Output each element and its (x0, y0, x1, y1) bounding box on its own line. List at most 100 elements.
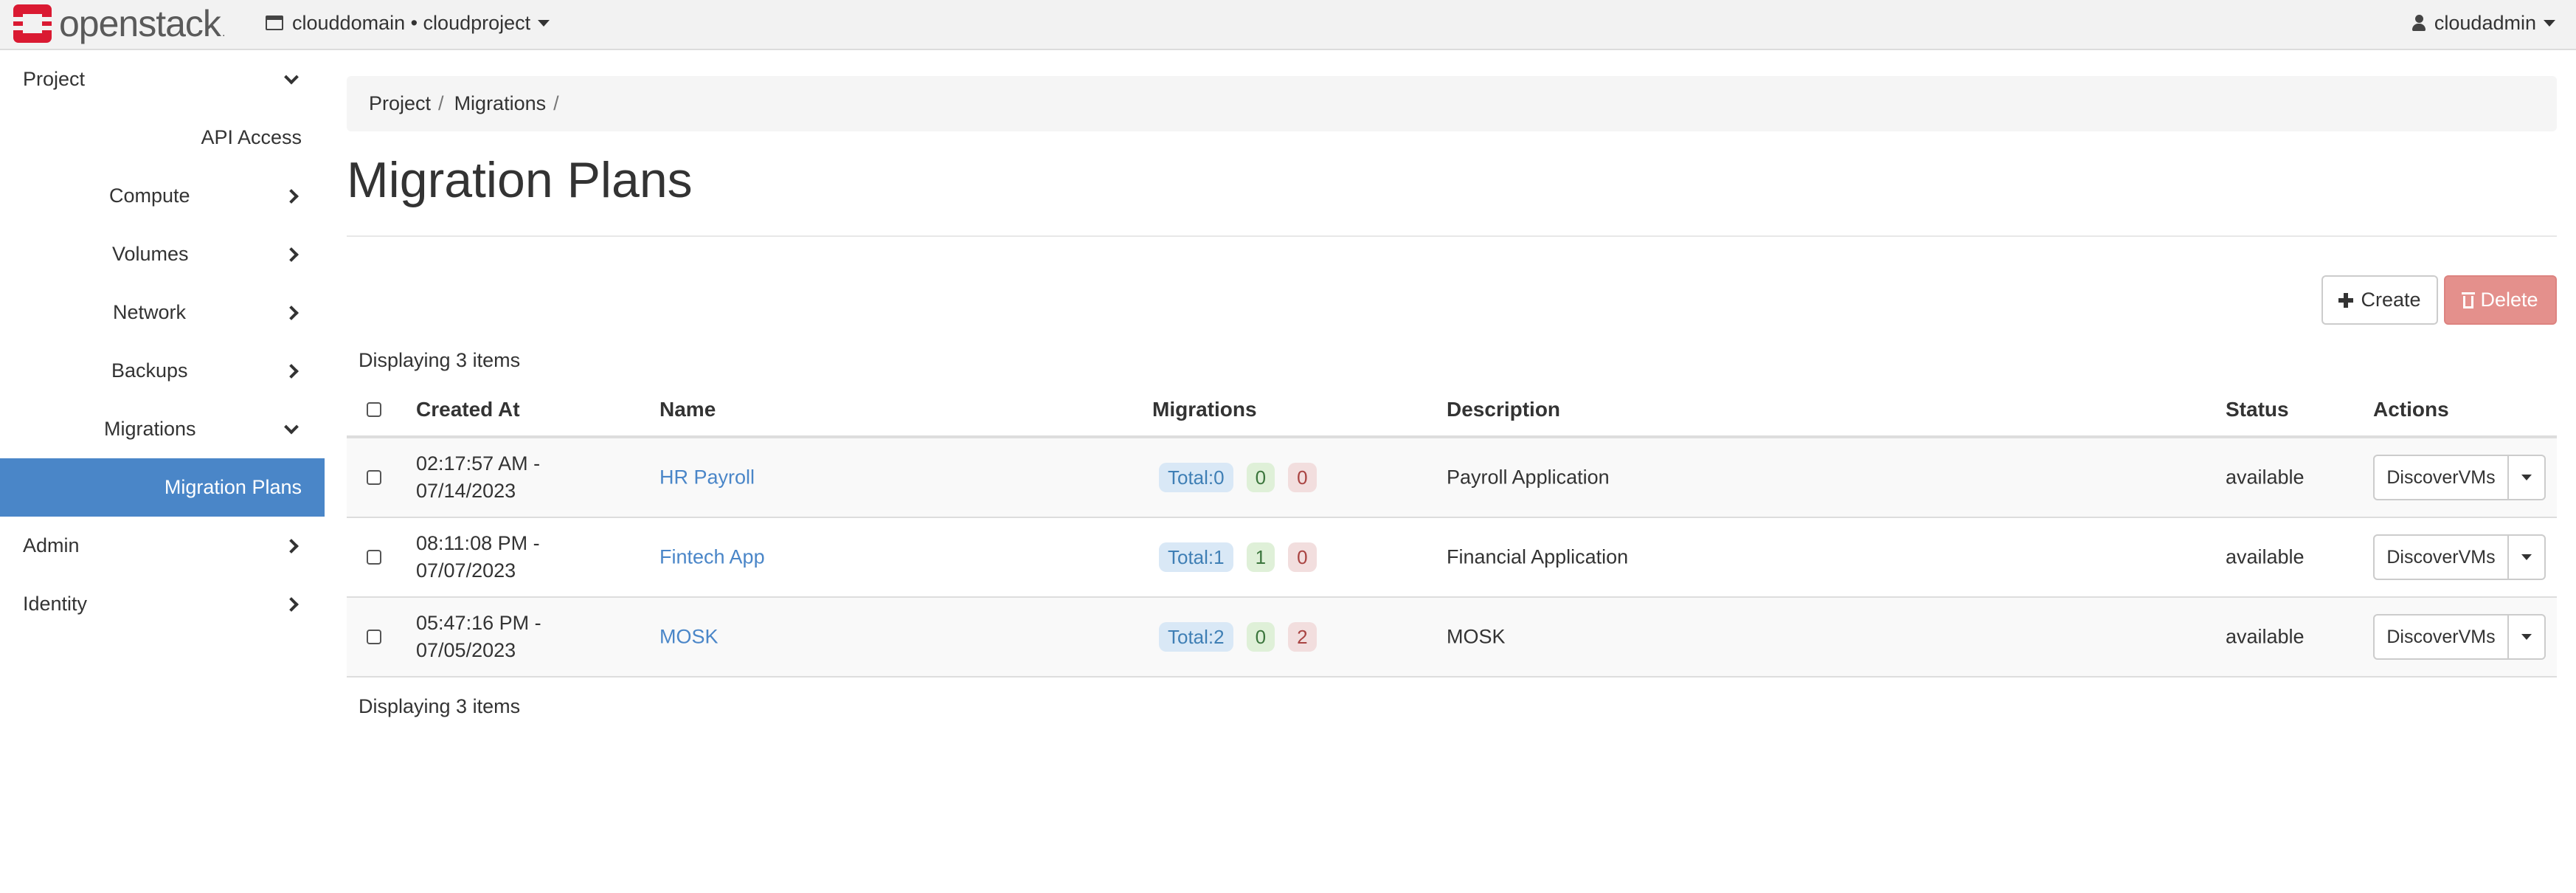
table-header: Created At Name Migrations Description S… (347, 384, 2557, 438)
project-context-label: clouddomain • cloudproject (292, 11, 531, 34)
created-at-cell: 08:11:08 PM -07/07/2023 (416, 532, 540, 582)
sidebar-item-admin[interactable]: Admin (0, 517, 325, 575)
sidebar-item-network[interactable]: Network (0, 283, 325, 342)
total-badge: Total:0 (1159, 463, 1233, 492)
discover-vms-button[interactable]: DiscoverVMs (2373, 534, 2509, 580)
total-badge: Total:2 (1159, 622, 1233, 652)
created-at-cell: 05:47:16 PM -07/05/2023 (416, 612, 541, 661)
display-count-top: Displaying 3 items (359, 349, 521, 371)
table-row: 05:47:16 PM -07/05/2023 MOSK Total:2 0 2… (347, 598, 2557, 677)
column-header-name[interactable]: Name (659, 398, 716, 421)
row-actions: DiscoverVMs (2373, 534, 2546, 580)
openstack-logo[interactable]: openstack. (13, 3, 226, 44)
chevron-right-icon (284, 305, 299, 320)
caret-down-icon (538, 19, 550, 27)
sidebar-item-api-access[interactable]: API Access (0, 108, 325, 167)
sidebar-item-label: API Access (201, 126, 302, 148)
user-name: cloudadmin (2434, 11, 2536, 34)
success-count-badge: 0 (1246, 622, 1275, 652)
column-header-migrations[interactable]: Migrations (1152, 398, 1257, 421)
caret-down-icon (2521, 634, 2532, 640)
description-cell: Payroll Application (1447, 466, 1610, 489)
caret-down-icon (2544, 19, 2555, 27)
chevron-down-icon (284, 69, 299, 84)
display-count-bottom: Displaying 3 items (359, 695, 521, 717)
sidebar: Project API Access Compute Volumes Netwo… (0, 50, 325, 633)
chevron-right-icon (284, 363, 299, 379)
sidebar-item-compute[interactable]: Compute (0, 167, 325, 225)
table-row: 08:11:08 PM -07/07/2023 Fintech App Tota… (347, 518, 2557, 598)
chevron-right-icon (284, 538, 299, 554)
success-count-badge: 0 (1246, 463, 1275, 492)
select-all-checkbox[interactable] (367, 402, 381, 417)
sidebar-item-migrations[interactable]: Migrations (0, 400, 325, 458)
table-row: 02:17:57 AM -07/14/2023 HR Payroll Total… (347, 438, 2557, 518)
sidebar-item-project[interactable]: Project (0, 50, 325, 108)
status-cell: available (2226, 545, 2305, 568)
column-header-actions: Actions (2373, 398, 2449, 421)
row-actions-dropdown-toggle[interactable] (2509, 455, 2546, 500)
sidebar-item-label: Project (23, 68, 86, 90)
brand-name: openstack. (59, 3, 226, 44)
project-context-dropdown[interactable]: clouddomain • cloudproject (266, 0, 550, 46)
sidebar-item-migration-plans[interactable]: Migration Plans (0, 458, 325, 517)
row-checkbox[interactable] (367, 550, 381, 565)
chevron-down-icon (284, 419, 299, 434)
sidebar-item-label: Network (113, 301, 187, 323)
sidebar-item-label: Identity (23, 593, 88, 615)
chevron-right-icon (284, 246, 299, 262)
row-actions: DiscoverVMs (2373, 614, 2546, 660)
sidebar-item-volumes[interactable]: Volumes (0, 225, 325, 283)
chevron-right-icon (284, 188, 299, 204)
title-divider (347, 235, 2557, 237)
user-menu-dropdown[interactable]: cloudadmin (2411, 0, 2555, 46)
plus-icon (2338, 292, 2354, 308)
create-button-label: Create (2361, 289, 2421, 311)
breadcrumb-item-project[interactable]: Project (369, 92, 431, 115)
row-actions-dropdown-toggle[interactable] (2509, 614, 2546, 660)
plan-name-link[interactable]: HR Payroll (659, 466, 755, 489)
sidebar-item-backups[interactable]: Backups (0, 342, 325, 400)
sidebar-item-label: Compute (109, 185, 190, 207)
breadcrumb-separator: / (438, 92, 444, 114)
row-actions-dropdown-toggle[interactable] (2509, 534, 2546, 580)
sidebar-item-label: Admin (23, 534, 80, 556)
column-header-description[interactable]: Description (1447, 398, 1560, 421)
trash-icon (2462, 292, 2476, 308)
column-header-created-at[interactable]: Created At (416, 398, 520, 421)
description-cell: MOSK (1447, 625, 1506, 648)
user-icon (2411, 15, 2426, 31)
migrations-badges: Total:2 0 2 (1159, 622, 1330, 652)
row-checkbox[interactable] (367, 630, 381, 644)
page-title: Migration Plans (347, 152, 693, 208)
total-badge: Total:1 (1159, 542, 1233, 572)
row-actions: DiscoverVMs (2373, 455, 2546, 500)
discover-vms-button[interactable]: DiscoverVMs (2373, 455, 2509, 500)
delete-button[interactable]: Delete (2444, 275, 2557, 325)
delete-button-label: Delete (2480, 289, 2538, 311)
openstack-logo-icon (13, 4, 52, 43)
breadcrumb-separator: / (553, 92, 559, 114)
create-button[interactable]: Create (2321, 275, 2438, 325)
migrations-badges: Total:1 1 0 (1159, 542, 1330, 572)
plan-name-link[interactable]: MOSK (659, 626, 719, 649)
sidebar-item-identity[interactable]: Identity (0, 575, 325, 633)
breadcrumb-item-migrations[interactable]: Migrations (454, 92, 547, 115)
success-count-badge: 1 (1246, 542, 1275, 572)
sidebar-item-label: Backups (111, 359, 188, 382)
created-at-cell: 02:17:57 AM -07/14/2023 (416, 452, 541, 502)
breadcrumb: Project / Migrations / (347, 76, 2557, 131)
plan-name-link[interactable]: Fintech App (659, 546, 765, 569)
caret-down-icon (2521, 475, 2532, 480)
sidebar-item-label: Volumes (112, 243, 189, 265)
top-navbar: openstack. clouddomain • cloudproject cl… (0, 0, 2576, 50)
migration-plans-table: Created At Name Migrations Description S… (347, 384, 2557, 677)
failed-count-badge: 2 (1288, 622, 1317, 652)
row-checkbox[interactable] (367, 470, 381, 485)
caret-down-icon (2521, 554, 2532, 560)
discover-vms-button[interactable]: DiscoverVMs (2373, 614, 2509, 660)
migrations-badges: Total:0 0 0 (1159, 463, 1330, 492)
sidebar-item-label: Migrations (104, 418, 196, 440)
column-header-status[interactable]: Status (2226, 398, 2289, 421)
status-cell: available (2226, 466, 2305, 489)
